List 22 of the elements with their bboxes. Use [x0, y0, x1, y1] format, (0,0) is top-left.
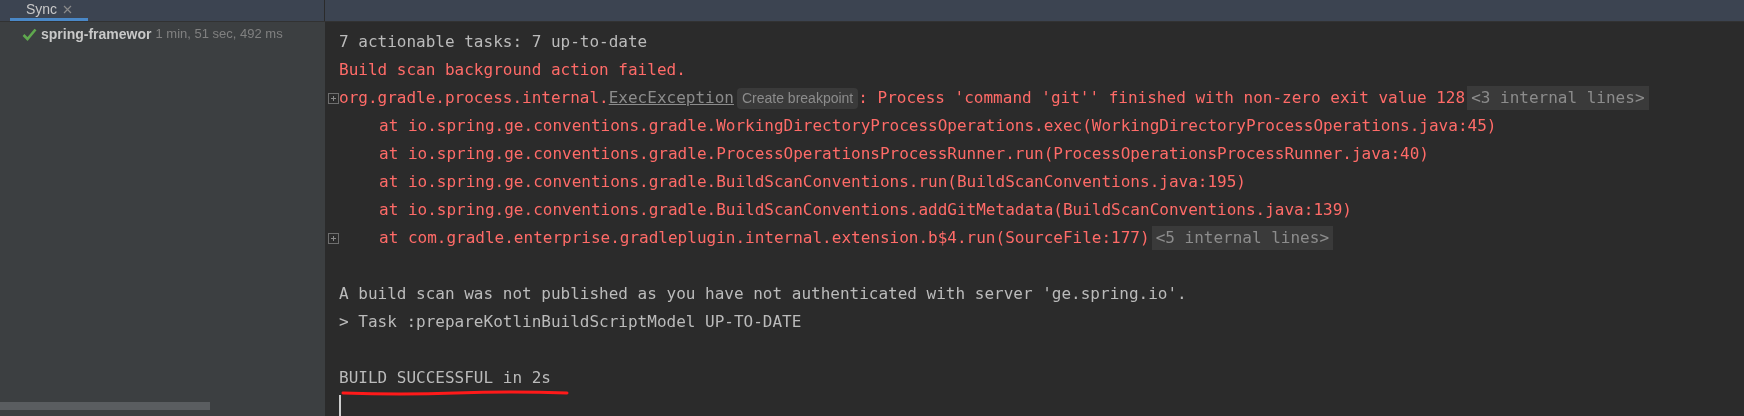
tree-item[interactable]: spring-framewor 1 min, 51 sec, 492 ms: [0, 23, 325, 45]
exception-link[interactable]: ExecException: [608, 86, 734, 110]
close-icon[interactable]: [63, 4, 73, 14]
console-text: : Process 'command 'git'' finished with non-zero exit value 128: [858, 87, 1466, 109]
scrollbar[interactable]: [0, 402, 210, 410]
console-text: org.gradle.process.internal.: [339, 87, 609, 109]
console-text: at io.spring.ge.conventions.gradle.WorkingDirectoryProcessOperations.exec(WorkingDirectoryProcessOperations.java:45): [379, 115, 1497, 137]
expand-icon[interactable]: [328, 233, 339, 244]
console-text: BUILD SUCCESSFUL in 2s: [339, 366, 551, 390]
folded-lines-label[interactable]: <3 internal lines>: [1467, 86, 1649, 110]
breakpoint-hint[interactable]: Create breakpoint: [736, 87, 859, 109]
console-text: at io.spring.ge.conventions.gradle.ProcessOperationsProcessRunner.run(ProcessOperationsProcessRunner.java:40): [379, 143, 1429, 165]
text-cursor: [339, 395, 341, 416]
expand-icon[interactable]: [328, 93, 339, 104]
console-text: at io.spring.ge.conventions.gradle.BuildScanConventions.addGitMetadata(BuildScanConventions.java:139): [379, 199, 1352, 221]
folded-lines-label[interactable]: <5 internal lines>: [1151, 226, 1333, 250]
console-text: Build scan background action failed.: [339, 59, 686, 81]
console-text: > Task :prepareKotlinBuildScriptModel UP-TO-DATE: [339, 311, 802, 333]
console-text: 7 actionable tasks: 7 up-to-date: [339, 31, 648, 53]
console-text: A build scan was not published as you have not authenticated with server 'ge.spring.io'.: [339, 283, 1187, 305]
console-text: at io.spring.ge.conventions.gradle.BuildScanConventions.run(BuildScanConventions.java:195): [379, 171, 1246, 193]
console-text: at com.gradle.enterprise.gradleplugin.internal.extension.b$4.run(SourceFile:177): [379, 227, 1150, 249]
